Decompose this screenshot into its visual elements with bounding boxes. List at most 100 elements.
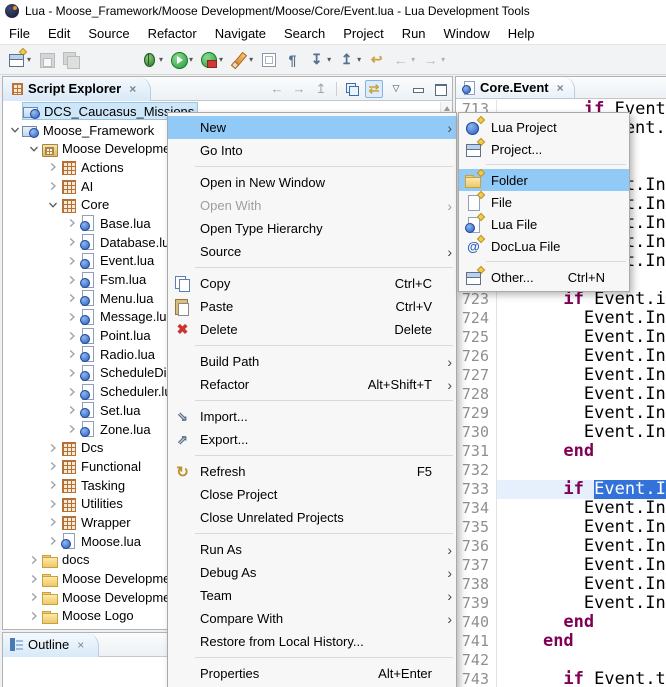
context-menu-item-open-type-hierarchy[interactable]: Open Type Hierarchy [168, 217, 456, 240]
dropdown-caret-icon[interactable]: ▾ [189, 55, 193, 64]
go-up-icon[interactable]: ↥ [312, 80, 330, 98]
chevron-closed-icon[interactable] [64, 256, 79, 266]
close-view-icon[interactable]: × [77, 638, 84, 652]
dropdown-caret-icon[interactable]: ▾ [249, 55, 253, 64]
dropdown-caret-icon[interactable]: ▾ [411, 55, 415, 64]
menubar-item-help[interactable]: Help [499, 24, 544, 43]
context-menu-item-debug-as[interactable]: Debug As› [168, 561, 456, 584]
context-menu-item-source[interactable]: Source› [168, 240, 456, 263]
chevron-open-icon[interactable] [26, 144, 41, 154]
debug-button[interactable]: ▾ [138, 48, 165, 72]
chevron-closed-icon[interactable] [26, 592, 41, 602]
code-text[interactable]: Event.IniPlayerName = Event.IniDCSUnit:g… [497, 423, 666, 442]
chevron-open-icon[interactable] [45, 200, 60, 210]
menubar-item-navigate[interactable]: Navigate [206, 24, 275, 43]
menubar-item-source[interactable]: Source [79, 24, 138, 43]
chevron-closed-icon[interactable] [45, 517, 60, 527]
context-menu-item-build-path[interactable]: Build Path› [168, 350, 456, 373]
new-submenu-item-folder[interactable]: Folder [459, 169, 629, 191]
close-view-icon[interactable]: × [129, 82, 136, 96]
last-edit-location-button[interactable]: ↩ [366, 48, 387, 72]
tab-core-event[interactable]: Core.Event × [456, 77, 575, 98]
code-text[interactable] [497, 461, 666, 480]
context-menu-item-run-as[interactable]: Run As› [168, 538, 456, 561]
menubar-item-refactor[interactable]: Refactor [139, 24, 206, 43]
chevron-closed-icon[interactable] [45, 162, 60, 172]
chevron-closed-icon[interactable] [45, 443, 60, 453]
close-tab-icon[interactable]: × [557, 81, 564, 95]
code-text[interactable]: Event.IniUnitName = Event.IniDCSUnitName [497, 347, 666, 366]
context-menu-item-compare-with[interactable]: Compare With› [168, 607, 456, 630]
chevron-closed-icon[interactable] [45, 181, 60, 191]
code-text[interactable]: Event.IniCoalition = Event.IniDCSStatic:… [497, 575, 666, 594]
code-text[interactable]: if Event.IniObjectCategory == 3 then [497, 480, 666, 499]
new-submenu-item-other[interactable]: Other...Ctrl+N [459, 266, 629, 288]
code-text[interactable]: Event.IniStatic = STATIC:FindByName( Eve… [497, 556, 666, 575]
context-menu-item-export[interactable]: ⇗Export... [168, 428, 456, 451]
chevron-closed-icon[interactable] [45, 461, 60, 471]
code-text[interactable]: Event.IniDCSGroup = Event.IniDCSUnit:get… [497, 385, 666, 404]
code-text[interactable]: Event.IniDCSStatic = Event.initiator [497, 499, 666, 518]
chevron-closed-icon[interactable] [45, 480, 60, 490]
chevron-open-icon[interactable] [7, 125, 22, 135]
dropdown-caret-icon[interactable]: ▾ [159, 55, 163, 64]
menubar-item-file[interactable]: File [0, 24, 39, 43]
next-annotation-button[interactable]: ↧▾ [306, 48, 333, 72]
chevron-closed-icon[interactable] [64, 293, 79, 303]
context-menu-item-team[interactable]: Team› [168, 584, 456, 607]
previous-annotation-button[interactable]: ↥▾ [336, 48, 363, 72]
mark-occurrences-button[interactable] [258, 48, 279, 72]
chevron-closed-icon[interactable] [26, 555, 41, 565]
view-menu-icon[interactable]: ▽ [387, 80, 405, 98]
show-whitespace-button[interactable]: ¶ [282, 48, 303, 72]
new-submenu-item-lua-project[interactable]: Lua Project [459, 116, 629, 138]
tab-script-explorer[interactable]: Script Explorer × [3, 77, 151, 101]
chevron-closed-icon[interactable] [45, 499, 60, 509]
back-icon[interactable]: ← [268, 80, 286, 98]
context-menu-item-refresh[interactable]: ↻RefreshF5 [168, 460, 456, 483]
menubar-item-run[interactable]: Run [393, 24, 435, 43]
context-menu-item-restore-from-local-history[interactable]: Restore from Local History... [168, 630, 456, 653]
context-menu-item-delete[interactable]: ✖DeleteDelete [168, 318, 456, 341]
maximize-icon[interactable] [431, 80, 449, 98]
forward-icon[interactable]: → [290, 80, 308, 98]
new-wizard-button[interactable]: ▾ [6, 48, 33, 72]
context-menu-item-go-into[interactable]: Go Into [168, 139, 456, 162]
context-menu-item-properties[interactable]: PropertiesAlt+Enter [168, 662, 456, 685]
menubar-item-edit[interactable]: Edit [39, 24, 79, 43]
context-menu-item-open-in-new-window[interactable]: Open in New Window [168, 171, 456, 194]
collapse-all-icon[interactable] [343, 80, 361, 98]
tab-outline[interactable]: Outline × [3, 633, 99, 657]
chevron-closed-icon[interactable] [64, 275, 79, 285]
run-coverage-button[interactable]: ▾ [198, 48, 225, 72]
chevron-closed-icon[interactable] [64, 331, 79, 341]
chevron-closed-icon[interactable] [26, 611, 41, 621]
context-menu-item-paste[interactable]: PasteCtrl+V [168, 295, 456, 318]
link-with-editor-icon[interactable]: ⇄ [365, 80, 383, 98]
new-submenu-item-file[interactable]: File [459, 191, 629, 213]
dropdown-caret-icon[interactable]: ▾ [219, 55, 223, 64]
run-button[interactable]: ▾ [168, 48, 195, 72]
context-menu-item-import[interactable]: ⇘Import... [168, 405, 456, 428]
code-text[interactable]: if Event.initiator then [497, 290, 666, 309]
new-submenu-item-project[interactable]: Project... [459, 138, 629, 160]
chevron-closed-icon[interactable] [64, 349, 79, 359]
code-text[interactable]: Event.IniUnit = UNIT:FindByName( Event.I… [497, 366, 666, 385]
chevron-closed-icon[interactable] [64, 237, 79, 247]
format-button[interactable]: ▾ [228, 48, 255, 72]
context-menu-item-copy[interactable]: CopyCtrl+C [168, 272, 456, 295]
new-submenu-item-doclua-file[interactable]: @DocLua File [459, 235, 629, 257]
chevron-closed-icon[interactable] [64, 387, 79, 397]
code-text[interactable]: end [497, 632, 666, 651]
code-text[interactable]: end [497, 613, 666, 632]
chevron-closed-icon[interactable] [64, 312, 79, 322]
menubar-item-project[interactable]: Project [334, 24, 392, 43]
code-text[interactable]: Event.IniDCSStaticName = Event.IniDCSSta… [497, 518, 666, 537]
code-text[interactable] [497, 651, 666, 670]
dropdown-caret-icon[interactable]: ▾ [441, 55, 445, 64]
code-text[interactable]: end [497, 442, 666, 461]
chevron-closed-icon[interactable] [64, 368, 79, 378]
chevron-closed-icon[interactable] [45, 536, 60, 546]
chevron-closed-icon[interactable] [64, 424, 79, 434]
context-menu-item-close-unrelated-projects[interactable]: Close Unrelated Projects [168, 506, 456, 529]
